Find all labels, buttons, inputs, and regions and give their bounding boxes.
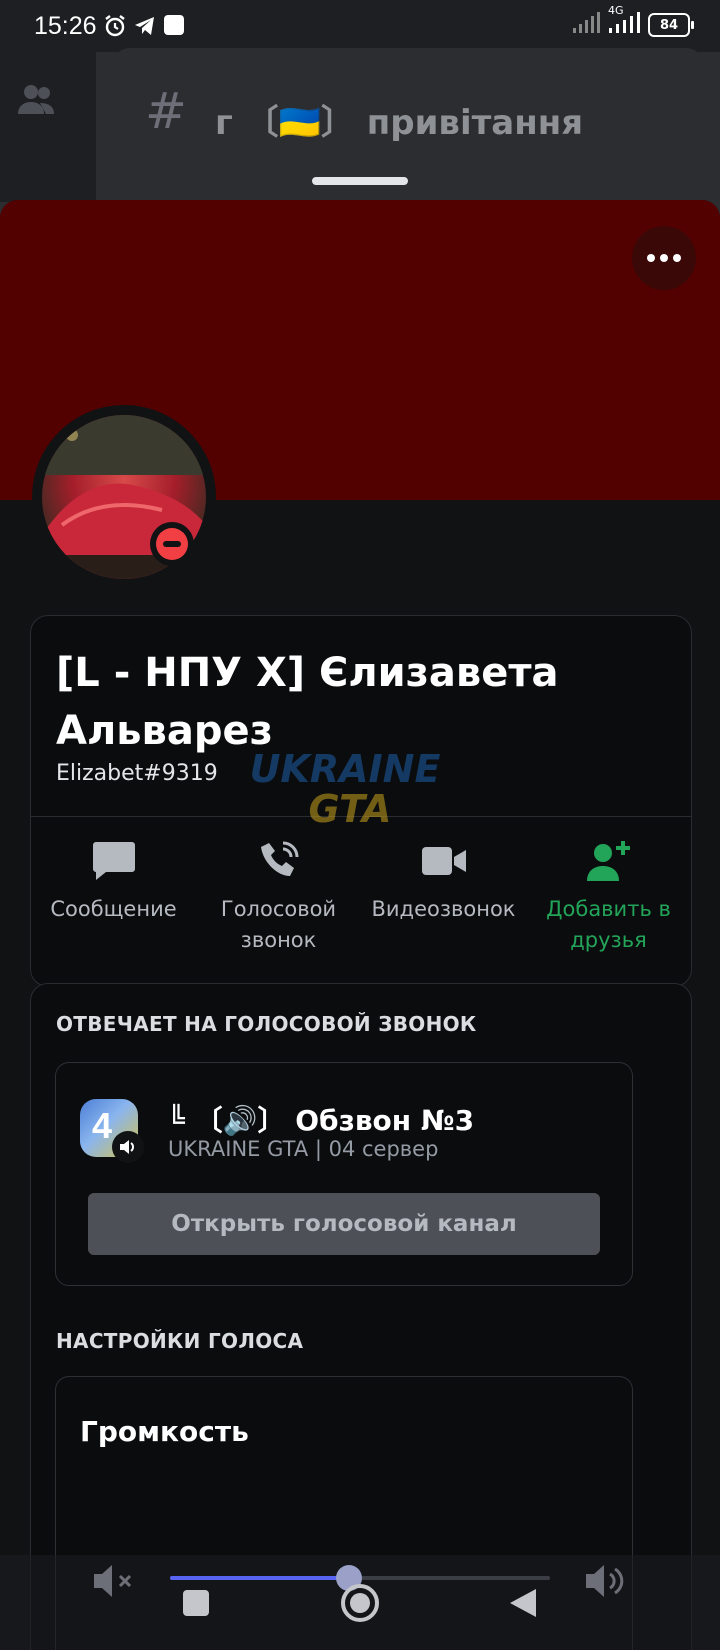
username: Elizabet#9319 xyxy=(56,761,218,786)
add-friend-icon xyxy=(585,836,633,886)
voice-server-name: UKRAINE GTA | 04 сервер xyxy=(168,1137,439,1161)
voice-activity-title: ОТВЕЧАЕТ НА ГОЛОСОВОЙ ЗВОНОК xyxy=(56,1012,477,1036)
profile-actions: Сообщение Голосовой звонок Видеозвонок Д… xyxy=(31,836,691,956)
video-camera-icon xyxy=(421,836,467,886)
video-call-label: Видеозвонок xyxy=(371,897,516,921)
message-icon xyxy=(92,836,136,886)
voice-settings-title: НАСТРОЙКИ ГОЛОСА xyxy=(56,1329,304,1353)
phone-call-icon xyxy=(257,836,301,886)
home-button[interactable] xyxy=(340,1583,380,1627)
telegram-icon xyxy=(133,14,157,42)
voice-activity-card: ОТВЕЧАЕТ НА ГОЛОСОВОЙ ЗВОНОК 4 ╚ 〔🔊〕 Обз… xyxy=(30,983,692,1650)
more-dot-icon xyxy=(673,254,681,262)
more-dot-icon xyxy=(660,254,668,262)
battery-indicator: 84 xyxy=(648,13,694,37)
speaker-icon xyxy=(112,1131,144,1163)
volume-mute-icon[interactable] xyxy=(92,1562,134,1604)
volume-slider-fill xyxy=(170,1576,349,1580)
message-button[interactable]: Сообщение xyxy=(31,836,196,956)
add-friend-label: Добавить в друзья xyxy=(546,897,671,952)
message-label: Сообщение xyxy=(50,897,177,921)
more-options-button[interactable] xyxy=(632,226,696,290)
sheet-drag-handle[interactable] xyxy=(312,177,408,185)
voice-call-label: Голосовой звонок xyxy=(220,897,337,952)
ukraine-gta-watermark: UKRAINE GTA xyxy=(250,747,440,831)
open-voice-channel-button[interactable]: Открыть голосовой канал xyxy=(88,1193,600,1255)
voice-channel-card: 4 ╚ 〔🔊〕 Обзвон №3 UKRAINE GTA | 04 серве… xyxy=(55,1062,633,1286)
more-dot-icon xyxy=(647,254,655,262)
status-right: 4G 84 xyxy=(572,4,694,38)
add-friend-button[interactable]: Добавить в друзья xyxy=(526,836,691,956)
back-button[interactable] xyxy=(508,1587,538,1623)
watermark-line1: UKRAINE xyxy=(250,747,440,791)
network-type: 4G xyxy=(608,4,624,17)
background-channel-title: г 〔🇺🇦〕 привітання xyxy=(215,103,584,143)
recent-apps-button[interactable] xyxy=(182,1589,210,1621)
server-icon-text: 4 xyxy=(92,1105,113,1146)
watermark-line2: GTA xyxy=(309,787,392,831)
volume-label: Громкость xyxy=(80,1415,249,1448)
background-sidebar xyxy=(0,52,96,202)
video-call-button[interactable]: Видеозвонок xyxy=(361,836,526,956)
voice-channel-name: ╚ 〔🔊〕 Обзвон №3 xyxy=(168,1104,475,1137)
signal-icon xyxy=(572,12,602,38)
status-bar: 15:26 4G 84 xyxy=(0,0,720,52)
alarm-icon xyxy=(103,14,127,42)
volume-up-icon[interactable] xyxy=(584,1562,628,1604)
app-notification-icon xyxy=(163,14,185,40)
volume-slider[interactable] xyxy=(170,1565,550,1591)
status-indicator xyxy=(150,522,194,566)
profile-sheet: [L - НПУ X] Єлизавета Альварез Elizabet#… xyxy=(0,200,720,1650)
members-icon xyxy=(16,82,56,122)
voice-call-button[interactable]: Голосовой звонок xyxy=(196,836,361,956)
channel-hash-icon: # xyxy=(145,82,187,140)
status-time: 15:26 xyxy=(34,12,97,40)
signal-4g-icon: 4G xyxy=(608,4,642,38)
do-not-disturb-icon xyxy=(156,528,188,560)
